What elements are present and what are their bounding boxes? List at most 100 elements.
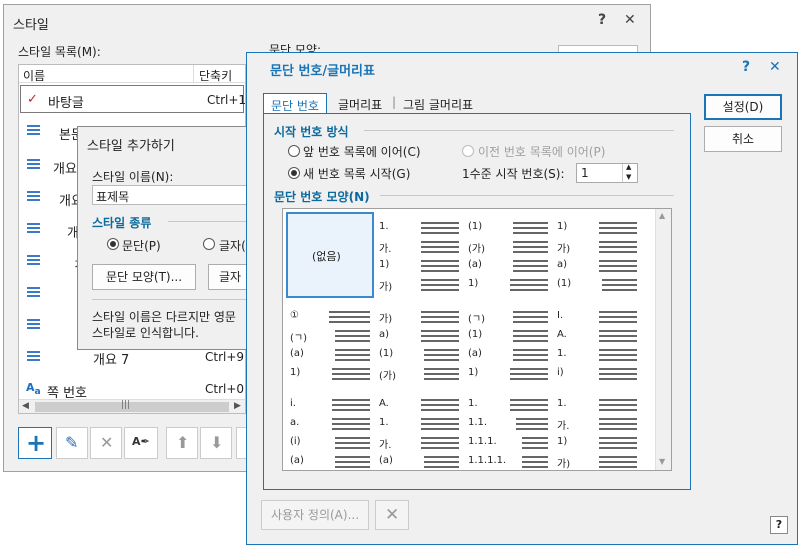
close-button[interactable]: ✕ <box>769 59 781 75</box>
new-list-radio[interactable] <box>288 167 300 179</box>
close-button[interactable]: ✕ <box>624 12 636 28</box>
format-preview-line <box>424 461 459 463</box>
format-level-label: (a) <box>468 348 482 359</box>
format-level-label: 1) <box>468 367 479 378</box>
list-item-selected[interactable]: ✓ 바탕글 Ctrl+1 <box>20 85 245 113</box>
divider <box>92 299 258 300</box>
copy-style-button[interactable]: A✒ <box>124 427 158 459</box>
help-button[interactable]: ? <box>742 59 750 75</box>
format-level-label: 가. <box>379 440 392 451</box>
style-name-input[interactable]: 표제목 <box>92 185 258 205</box>
format-cell[interactable]: i. a. (i) (a) <box>286 389 374 475</box>
col-shortcut-header[interactable]: 단축키 <box>199 67 232 84</box>
scroll-right-arrow-icon[interactable]: ▶ <box>234 401 241 411</box>
format-cell-none[interactable]: (없음) <box>286 212 374 298</box>
format-cell[interactable]: 1. 가. 1) 가) <box>553 389 641 475</box>
add-style-button[interactable]: + <box>18 427 52 459</box>
scroll-left-arrow-icon[interactable]: ◀ <box>22 401 29 411</box>
scroll-thumb[interactable]: ||| <box>35 400 229 412</box>
format-level-label: 1.1.1. <box>468 436 497 447</box>
list-hscrollbar[interactable]: ◀ ||| ▶ <box>19 399 245 413</box>
format-preview-line <box>516 428 548 430</box>
custom-define-button[interactable]: 사용자 정의(A)... <box>261 500 369 530</box>
format-preview-line <box>421 442 459 444</box>
add-style-dialog: 스타일 추가하기 스타일 이름(N): 표제목 스타일 종류 문단(P) 글자(… <box>77 126 258 350</box>
format-preview-line <box>599 404 637 406</box>
help-button[interactable]: ? <box>598 12 606 28</box>
gallery-vscrollbar[interactable]: ▲ ▼ <box>655 209 671 470</box>
note-line-2: 스타일로 인식합니다. <box>92 326 199 340</box>
spinner-up-icon[interactable]: ▲ <box>626 163 631 171</box>
format-level-label: 1) <box>468 278 479 289</box>
format-preview-line <box>421 260 459 262</box>
format-preview-line <box>599 246 637 248</box>
format-cell[interactable]: 가) a) (1) (가) <box>375 301 463 387</box>
edit-style-button[interactable]: ✎ <box>56 427 88 459</box>
move-up-button[interactable]: ⬆ <box>166 427 198 459</box>
list-item-shortcut: Ctrl+0 <box>205 382 245 396</box>
eyedropper-icon: A✒ <box>132 435 150 448</box>
format-level-label: a) <box>557 259 568 270</box>
tab-picture-bullet[interactable]: 그림 글머리표 <box>403 96 473 113</box>
format-preview-line <box>421 423 459 425</box>
format-preview-line <box>332 399 370 401</box>
type-para-radio[interactable] <box>107 238 119 250</box>
format-preview-line <box>332 368 370 370</box>
format-preview-line <box>522 437 548 439</box>
level-start-spinner[interactable]: 1 ▲ ▼ <box>576 163 638 183</box>
format-preview-line <box>599 227 637 229</box>
format-preview-line <box>599 466 637 468</box>
format-level-label: A. <box>379 398 389 409</box>
continue-earlier-radio[interactable] <box>462 145 474 157</box>
type-char-radio[interactable] <box>203 238 215 250</box>
paragraph-icon <box>27 319 40 330</box>
col-name-header[interactable]: 이름 <box>23 67 45 84</box>
format-preview-line <box>335 340 370 342</box>
tab-paragraph-number[interactable]: 문단 번호 <box>263 93 327 114</box>
spinner-down-icon[interactable]: ▼ <box>626 173 631 181</box>
format-preview-line <box>421 335 459 337</box>
format-preview-line <box>516 423 548 425</box>
format-level-label: 1) <box>290 367 301 378</box>
format-preview-line <box>513 265 548 267</box>
format-cell[interactable]: (ㄱ) (1) (a) 1) <box>464 301 552 387</box>
number-format-gallery[interactable]: (없음) 1. 가. 1) 가) (1) (가) (a) 1) 1) 가) a) (1) ① (ㄱ) (a) 1… <box>282 208 672 471</box>
format-cell[interactable]: ① (ㄱ) (a) 1) <box>286 301 374 387</box>
char-style-icon: Aa <box>26 381 41 398</box>
format-level-label: 1) <box>557 221 568 232</box>
format-level-label: 가) <box>557 244 571 255</box>
para-shape-button[interactable]: 문단 모양(T)... <box>92 264 196 290</box>
move-down-button[interactable]: ⬇ <box>200 427 232 459</box>
cancel-button[interactable]: 취소 <box>704 126 782 152</box>
format-cell[interactable]: A. 1. 가. (a) <box>375 389 463 475</box>
tab-bullet[interactable]: 글머리표 <box>338 96 382 113</box>
delete-format-button[interactable]: ✕ <box>375 500 409 530</box>
type-para-label: 문단(P) <box>122 239 161 253</box>
format-level-label: (ㄱ) <box>290 333 308 344</box>
format-cell[interactable]: 1) 가) a) (1) <box>553 212 641 298</box>
format-preview-line <box>599 349 637 351</box>
format-preview-line <box>513 241 548 243</box>
format-cell[interactable]: I. A. 1. i) <box>553 301 641 387</box>
format-preview-line <box>513 359 548 361</box>
list-item[interactable]: Aa 쪽 번호 Ctrl+0 <box>19 377 245 401</box>
format-preview-line <box>335 456 370 458</box>
continue-earlier-label: 이전 번호 목록에 이어(P) <box>478 145 606 159</box>
format-preview-line <box>599 270 637 272</box>
paragraph-icon <box>27 287 40 298</box>
format-cell[interactable]: 1. 1.1. 1.1.1. 1.1.1.1. <box>464 389 552 475</box>
format-preview-line <box>513 321 548 323</box>
tab-panel: 시작 번호 방식 앞 번호 목록에 이어(C) 이전 번호 목록에 이어(P) … <box>263 113 691 490</box>
scroll-down-arrow-icon[interactable]: ▼ <box>659 457 665 466</box>
ok-button[interactable]: 설정(D) <box>704 94 782 120</box>
continue-prev-radio[interactable] <box>288 145 300 157</box>
format-preview-line <box>332 409 370 411</box>
help-icon[interactable]: ? <box>770 516 788 534</box>
list-item-name: 개요 7 <box>93 353 130 368</box>
paragraph-icon <box>27 351 40 362</box>
format-cell[interactable]: 1. 가. 1) 가) <box>375 212 463 298</box>
scroll-up-arrow-icon[interactable]: ▲ <box>659 211 665 220</box>
format-cell[interactable]: (1) (가) (a) 1) <box>464 212 552 298</box>
delete-style-button[interactable]: ✕ <box>90 427 122 459</box>
format-preview-line <box>513 330 548 332</box>
